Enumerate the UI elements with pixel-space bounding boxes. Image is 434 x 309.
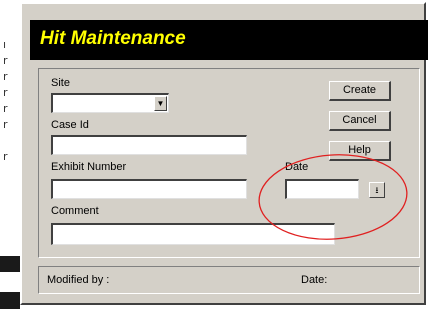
date-label: Date [285,161,309,173]
chevron-down-icon[interactable]: ▼ [154,96,167,111]
background-glyph: r [3,54,8,67]
exhibit-number-input[interactable] [51,179,247,199]
dialog-title: Hit Maintenance [40,28,186,49]
case-id-label: Case Id [51,119,89,131]
help-button[interactable]: Help [329,141,391,161]
form-group-box: Site ▼ Case Id Exhibit Number Date ⭳ Com… [38,68,420,258]
background-glyph: r [3,70,8,83]
background-block [0,292,20,309]
date-input[interactable] [285,179,359,199]
cancel-button[interactable]: Cancel [329,111,391,131]
title-bar: Hit Maintenance [30,20,428,60]
arrow-down-icon[interactable]: ⭳ [369,182,385,198]
site-dropdown[interactable]: ▼ [51,93,169,113]
comment-input[interactable] [51,223,335,245]
exhibit-number-label: Exhibit Number [51,161,127,173]
background-glyph: r [3,118,8,131]
background-glyph: r [3,150,8,163]
status-bar: Modified by : Date: [38,266,420,294]
background-block [0,256,20,272]
background-glyph: ı [3,38,7,51]
site-label: Site [51,77,70,89]
case-id-input[interactable] [51,135,247,155]
background-glyph: r [3,86,8,99]
hit-maintenance-dialog: Hit Maintenance Site ▼ Case Id Exhibit N… [20,2,428,305]
background-glyph: r [3,102,8,115]
background-window-fragment: ı r r r r r r [0,0,20,309]
comment-label: Comment [51,205,99,217]
status-date-label: Date: [301,274,328,286]
modified-by-label: Modified by : [47,274,110,286]
create-button[interactable]: Create [329,81,391,101]
